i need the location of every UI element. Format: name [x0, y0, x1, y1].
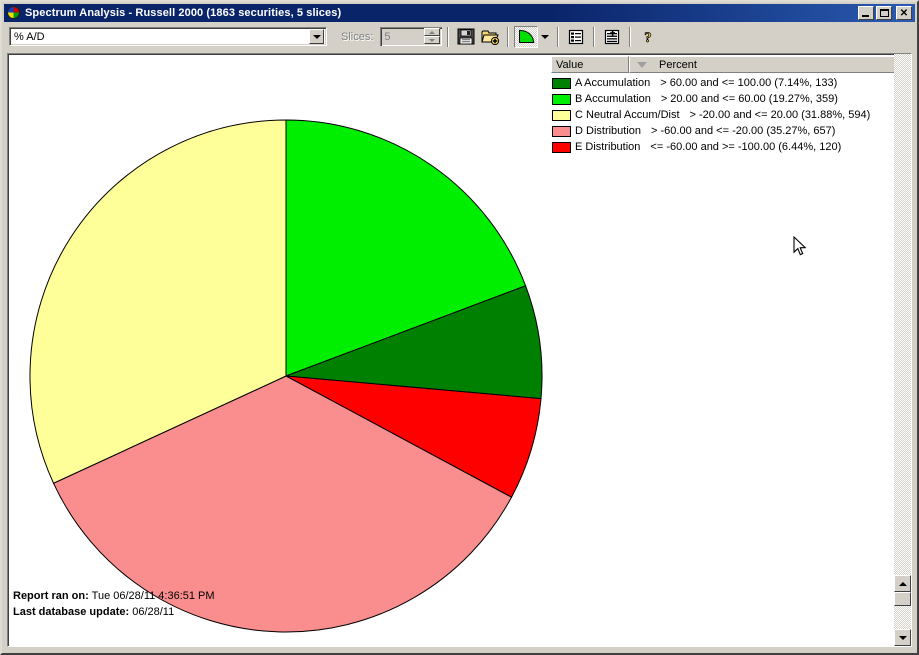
- pie-chart-icon: [518, 29, 535, 43]
- open-folder-plus-icon: [481, 30, 500, 45]
- last-update-label: Last database update:: [13, 606, 130, 618]
- field-select[interactable]: % A/D: [9, 27, 327, 46]
- legend-items: A Accumulation > 60.00 and <= 100.00 (7.1…: [551, 73, 911, 155]
- pie-chart-icon: [6, 6, 22, 20]
- chart-type-dropdown[interactable]: [538, 26, 552, 48]
- save-button[interactable]: [454, 26, 478, 48]
- legend-item-range: > -20.00 and <= 20.00 (31.88%, 594): [689, 109, 871, 121]
- legend-swatch: [552, 141, 571, 153]
- pie-chart-svg: [29, 119, 543, 633]
- minimize-button[interactable]: [858, 6, 874, 20]
- title-bar[interactable]: Spectrum Analysis - Russell 2000 (1863 s…: [4, 4, 915, 22]
- chevron-down-icon: [541, 34, 550, 39]
- report-ran-line: Report ran on: Tue 06/28/11 4:36:51 PM: [13, 588, 215, 604]
- slices-stepper-buttons: [424, 28, 441, 44]
- legend-item[interactable]: E Distribution <= -60.00 and >= -100.00 (…: [551, 139, 911, 155]
- legend-item-label: D Distribution: [575, 125, 642, 137]
- chevron-down-icon: [312, 34, 321, 39]
- report-footer: Report ran on: Tue 06/28/11 4:36:51 PM L…: [13, 588, 215, 620]
- legend-item[interactable]: A Accumulation > 60.00 and <= 100.00 (7.1…: [551, 75, 911, 91]
- last-update-value: 06/28/11: [132, 606, 175, 618]
- legend-item[interactable]: D Distribution > -60.00 and <= -20.00 (35…: [551, 123, 911, 139]
- minimize-icon: [862, 15, 869, 17]
- legend-item-range: > 60.00 and <= 100.00 (7.14%, 133): [660, 77, 838, 89]
- window-title: Spectrum Analysis - Russell 2000 (1863 s…: [25, 7, 342, 19]
- legend-item[interactable]: C Neutral Accum/Dist > -20.00 and <= 20.0…: [551, 107, 911, 123]
- report-plus-icon: [605, 29, 620, 44]
- slices-increment-button[interactable]: [424, 28, 441, 36]
- floppy-disk-icon: [457, 28, 475, 45]
- legend-item-range: > -60.00 and <= -20.00 (35.27%, 657): [651, 125, 836, 137]
- report-canvas: Value Percent A Accumulation > 60.00 and …: [7, 53, 912, 647]
- chevron-up-icon: [898, 581, 907, 586]
- chevron-down-icon: [898, 635, 907, 640]
- legend-item-label: A Accumulation: [575, 77, 651, 89]
- toolbar: % A/D Slices: 5 ?: [4, 23, 915, 50]
- maximize-button[interactable]: [876, 6, 892, 20]
- toolbar-separator: [629, 26, 632, 47]
- report-ran-label: Report ran on:: [13, 590, 89, 602]
- toolbar-separator: [447, 26, 450, 47]
- window-controls: ✕: [858, 6, 914, 20]
- toolbar-separator: [507, 26, 510, 47]
- legend-column-percent[interactable]: Percent: [629, 56, 911, 73]
- toolbar-separator: [593, 26, 596, 47]
- legend-item[interactable]: B Accumulation > 20.00 and <= 60.00 (19.2…: [551, 91, 911, 107]
- legend-header: Value Percent: [551, 56, 911, 73]
- legend-swatch: [552, 77, 571, 89]
- legend: Value Percent A Accumulation > 60.00 and …: [551, 56, 911, 155]
- slices-label: Slices:: [341, 30, 374, 43]
- legend-item-range: <= -60.00 and >= -100.00 (6.44%, 120): [650, 141, 842, 153]
- legend-item-label: B Accumulation: [575, 93, 651, 105]
- chevron-down-icon: [429, 38, 436, 42]
- field-select-value: % A/D: [14, 30, 45, 43]
- svg-text:?: ?: [645, 30, 653, 45]
- close-icon: ✕: [899, 7, 909, 19]
- list-view-button[interactable]: [564, 26, 588, 48]
- legend-swatch: [552, 109, 571, 121]
- scroll-down-button[interactable]: [894, 629, 911, 646]
- open-button[interactable]: [478, 26, 502, 48]
- detail-report-button[interactable]: [600, 26, 624, 48]
- question-mark-icon: ?: [644, 29, 653, 45]
- slices-decrement-button[interactable]: [424, 36, 441, 44]
- field-select-dropdown-button[interactable]: [309, 29, 324, 44]
- legend-swatch: [552, 125, 571, 137]
- slices-stepper[interactable]: 5: [380, 27, 443, 46]
- close-button[interactable]: ✕: [896, 6, 912, 20]
- last-update-line: Last database update: 06/28/11: [13, 604, 215, 620]
- chevron-up-icon: [429, 30, 436, 34]
- legend-swatch: [552, 93, 571, 105]
- scrollbar-thumb[interactable]: [894, 592, 911, 606]
- legend-item-range: > 20.00 and <= 60.00 (19.27%, 359): [660, 93, 838, 105]
- legend-column-value[interactable]: Value: [551, 56, 629, 73]
- legend-column-percent-label: Percent: [659, 58, 697, 71]
- legend-item-label: C Neutral Accum/Dist: [575, 109, 680, 121]
- vertical-scrollbar[interactable]: [894, 54, 911, 646]
- toolbar-separator: [557, 26, 560, 47]
- sort-descending-icon: [637, 61, 647, 68]
- report-ran-value: Tue 06/28/11 4:36:51 PM: [91, 590, 215, 602]
- scroll-up-button[interactable]: [894, 575, 911, 592]
- maximize-icon: [880, 9, 889, 17]
- pie-chart-view-button[interactable]: [514, 25, 539, 48]
- help-button[interactable]: ?: [636, 26, 660, 48]
- slices-value: 5: [384, 30, 391, 43]
- legend-item-label: E Distribution: [575, 141, 641, 153]
- application-window: Spectrum Analysis - Russell 2000 (1863 s…: [0, 0, 919, 655]
- list-report-icon: [569, 29, 584, 44]
- pie-chart: [28, 118, 544, 634]
